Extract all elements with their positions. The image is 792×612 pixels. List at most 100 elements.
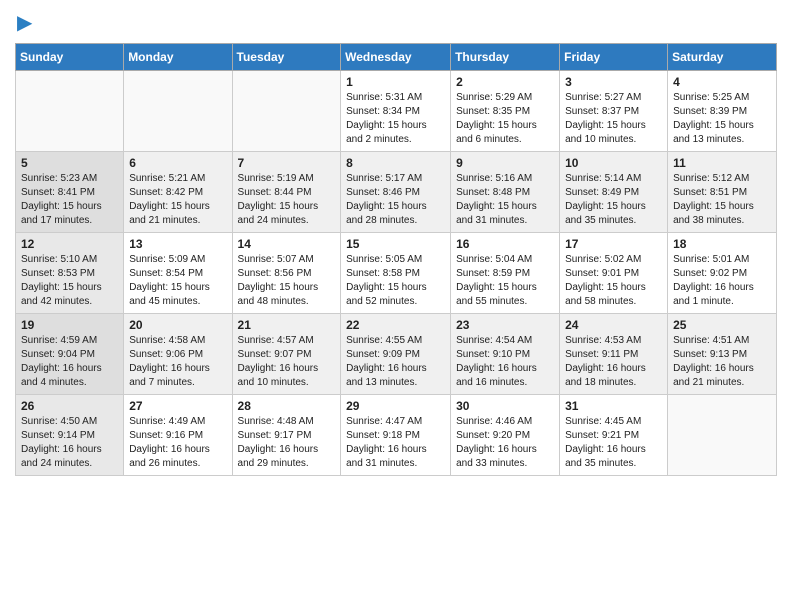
calendar-cell: 28 Sunrise: 4:48 AM Sunset: 9:17 PM Dayli…: [232, 395, 341, 476]
calendar-cell: 29 Sunrise: 4:47 AM Sunset: 9:18 PM Dayli…: [341, 395, 451, 476]
calendar-cell: 14Sunrise: 5:07 AM Sunset: 8:56 PM Dayli…: [232, 233, 341, 314]
day-number: 31: [565, 399, 662, 413]
day-number: 21: [238, 318, 336, 332]
day-info: Sunrise: 5:21 AM Sunset: 8:42 PM Dayligh…: [129, 172, 226, 228]
day-number: 30: [456, 399, 554, 413]
calendar-cell: 12 Sunrise: 5:10 AM Sunset: 8:53 PM Dayli…: [16, 233, 124, 314]
day-info: Sunrise: 4:49 AM Sunset: 9:16 PM Dayligh…: [129, 415, 226, 471]
calendar-cell: 31 Sunrise: 4:45 AM Sunset: 9:21 PM Dayli…: [560, 395, 668, 476]
day-number: 29: [346, 399, 445, 413]
calendar-cell: 24 Sunrise: 4:53 AM Sunset: 9:11 PM Dayli…: [560, 314, 668, 395]
calendar-cell: 23Sunrise: 4:54 AM Sunset: 9:10 PM Dayli…: [451, 314, 560, 395]
calendar-cell: [668, 395, 777, 476]
calendar-cell: 11 Sunrise: 5:12 AM Sunset: 8:51 PM Dayli…: [668, 152, 777, 233]
day-info: Sunrise: 5:17 AM Sunset: 8:46 PM Dayligh…: [346, 172, 445, 228]
day-number: 16: [456, 237, 554, 251]
day-info: Sunrise: 4:59 AM Sunset: 9:04 PM Dayligh…: [21, 334, 118, 390]
day-number: 4: [673, 75, 771, 89]
day-number: 3: [565, 75, 662, 89]
day-info: Sunrise: 4:54 AM Sunset: 9:10 PM Dayligh…: [456, 334, 554, 390]
day-header-sunday: Sunday: [16, 44, 124, 71]
calendar-cell: 2 Sunrise: 5:29 AM Sunset: 8:35 PM Daylig…: [451, 71, 560, 152]
day-number: 28: [238, 399, 336, 413]
day-info: Sunrise: 5:25 AM Sunset: 8:39 PM Dayligh…: [673, 91, 771, 147]
day-number: 5: [21, 156, 118, 170]
day-number: 20: [129, 318, 226, 332]
calendar-cell: 10Sunrise: 5:14 AM Sunset: 8:49 PM Dayli…: [560, 152, 668, 233]
day-info: Sunrise: 5:04 AM Sunset: 8:59 PM Dayligh…: [456, 253, 554, 309]
calendar-cell: 8 Sunrise: 5:17 AM Sunset: 8:46 PM Daylig…: [341, 152, 451, 233]
day-number: 25: [673, 318, 771, 332]
day-info: Sunrise: 4:58 AM Sunset: 9:06 PM Dayligh…: [129, 334, 226, 390]
day-number: 13: [129, 237, 226, 251]
calendar-week-4: 19 Sunrise: 4:59 AM Sunset: 9:04 PM Dayli…: [16, 314, 777, 395]
calendar-cell: 17 Sunrise: 5:02 AM Sunset: 9:01 PM Dayli…: [560, 233, 668, 314]
calendar-cell: 5 Sunrise: 5:23 AM Sunset: 8:41 PM Daylig…: [16, 152, 124, 233]
day-info: Sunrise: 4:50 AM Sunset: 9:14 PM Dayligh…: [21, 415, 118, 471]
day-number: 7: [238, 156, 336, 170]
logo-bird-icon: ▶: [17, 10, 32, 35]
day-info: Sunrise: 5:01 AM Sunset: 9:02 PM Dayligh…: [673, 253, 771, 309]
day-info: Sunrise: 5:23 AM Sunset: 8:41 PM Dayligh…: [21, 172, 118, 228]
calendar-cell: 4 Sunrise: 5:25 AM Sunset: 8:39 PM Daylig…: [668, 71, 777, 152]
day-number: 6: [129, 156, 226, 170]
day-info: Sunrise: 4:48 AM Sunset: 9:17 PM Dayligh…: [238, 415, 336, 471]
day-number: 12: [21, 237, 118, 251]
day-number: 27: [129, 399, 226, 413]
day-header-tuesday: Tuesday: [232, 44, 341, 71]
day-info: Sunrise: 4:57 AM Sunset: 9:07 PM Dayligh…: [238, 334, 336, 390]
day-number: 1: [346, 75, 445, 89]
calendar-cell: 9 Sunrise: 5:16 AM Sunset: 8:48 PM Daylig…: [451, 152, 560, 233]
calendar-week-1: 1 Sunrise: 5:31 AM Sunset: 8:34 PM Daylig…: [16, 71, 777, 152]
days-header-row: SundayMondayTuesdayWednesdayThursdayFrid…: [16, 44, 777, 71]
day-number: 14: [238, 237, 336, 251]
day-info: Sunrise: 5:12 AM Sunset: 8:51 PM Dayligh…: [673, 172, 771, 228]
calendar-week-5: 26 Sunrise: 4:50 AM Sunset: 9:14 PM Dayli…: [16, 395, 777, 476]
day-number: 19: [21, 318, 118, 332]
calendar-cell: 15Sunrise: 5:05 AM Sunset: 8:58 PM Dayli…: [341, 233, 451, 314]
calendar-cell: [16, 71, 124, 152]
day-number: 24: [565, 318, 662, 332]
day-number: 8: [346, 156, 445, 170]
calendar-week-3: 12 Sunrise: 5:10 AM Sunset: 8:53 PM Dayli…: [16, 233, 777, 314]
calendar-cell: 6 Sunrise: 5:21 AM Sunset: 8:42 PM Daylig…: [124, 152, 232, 233]
day-header-saturday: Saturday: [668, 44, 777, 71]
day-info: Sunrise: 5:16 AM Sunset: 8:48 PM Dayligh…: [456, 172, 554, 228]
day-info: Sunrise: 5:31 AM Sunset: 8:34 PM Dayligh…: [346, 91, 445, 147]
calendar-week-2: 5 Sunrise: 5:23 AM Sunset: 8:41 PM Daylig…: [16, 152, 777, 233]
calendar-cell: 3Sunrise: 5:27 AM Sunset: 8:37 PM Daylig…: [560, 71, 668, 152]
day-number: 11: [673, 156, 771, 170]
logo: ▶: [15, 10, 32, 35]
calendar-cell: 18 Sunrise: 5:01 AM Sunset: 9:02 PM Dayli…: [668, 233, 777, 314]
calendar-cell: 13Sunrise: 5:09 AM Sunset: 8:54 PM Dayli…: [124, 233, 232, 314]
day-info: Sunrise: 4:53 AM Sunset: 9:11 PM Dayligh…: [565, 334, 662, 390]
day-number: 26: [21, 399, 118, 413]
day-info: Sunrise: 4:55 AM Sunset: 9:09 PM Dayligh…: [346, 334, 445, 390]
header: ▶: [15, 10, 777, 35]
day-header-monday: Monday: [124, 44, 232, 71]
day-number: 18: [673, 237, 771, 251]
day-info: Sunrise: 4:46 AM Sunset: 9:20 PM Dayligh…: [456, 415, 554, 471]
day-info: Sunrise: 5:02 AM Sunset: 9:01 PM Dayligh…: [565, 253, 662, 309]
day-info: Sunrise: 5:05 AM Sunset: 8:58 PM Dayligh…: [346, 253, 445, 309]
day-info: Sunrise: 5:29 AM Sunset: 8:35 PM Dayligh…: [456, 91, 554, 147]
calendar-cell: 16 Sunrise: 5:04 AM Sunset: 8:59 PM Dayli…: [451, 233, 560, 314]
calendar-cell: [232, 71, 341, 152]
day-number: 2: [456, 75, 554, 89]
calendar-cell: [124, 71, 232, 152]
calendar-cell: 25Sunrise: 4:51 AM Sunset: 9:13 PM Dayli…: [668, 314, 777, 395]
day-info: Sunrise: 5:10 AM Sunset: 8:53 PM Dayligh…: [21, 253, 118, 309]
calendar-cell: 1 Sunrise: 5:31 AM Sunset: 8:34 PM Daylig…: [341, 71, 451, 152]
calendar-cell: 20 Sunrise: 4:58 AM Sunset: 9:06 PM Dayli…: [124, 314, 232, 395]
day-header-friday: Friday: [560, 44, 668, 71]
day-info: Sunrise: 4:47 AM Sunset: 9:18 PM Dayligh…: [346, 415, 445, 471]
calendar-cell: 22 Sunrise: 4:55 AM Sunset: 9:09 PM Dayli…: [341, 314, 451, 395]
day-number: 22: [346, 318, 445, 332]
day-header-thursday: Thursday: [451, 44, 560, 71]
day-number: 9: [456, 156, 554, 170]
calendar-cell: 21 Sunrise: 4:57 AM Sunset: 9:07 PM Dayli…: [232, 314, 341, 395]
calendar-table: SundayMondayTuesdayWednesdayThursdayFrid…: [15, 43, 777, 476]
day-info: Sunrise: 5:19 AM Sunset: 8:44 PM Dayligh…: [238, 172, 336, 228]
day-number: 17: [565, 237, 662, 251]
day-info: Sunrise: 4:45 AM Sunset: 9:21 PM Dayligh…: [565, 415, 662, 471]
